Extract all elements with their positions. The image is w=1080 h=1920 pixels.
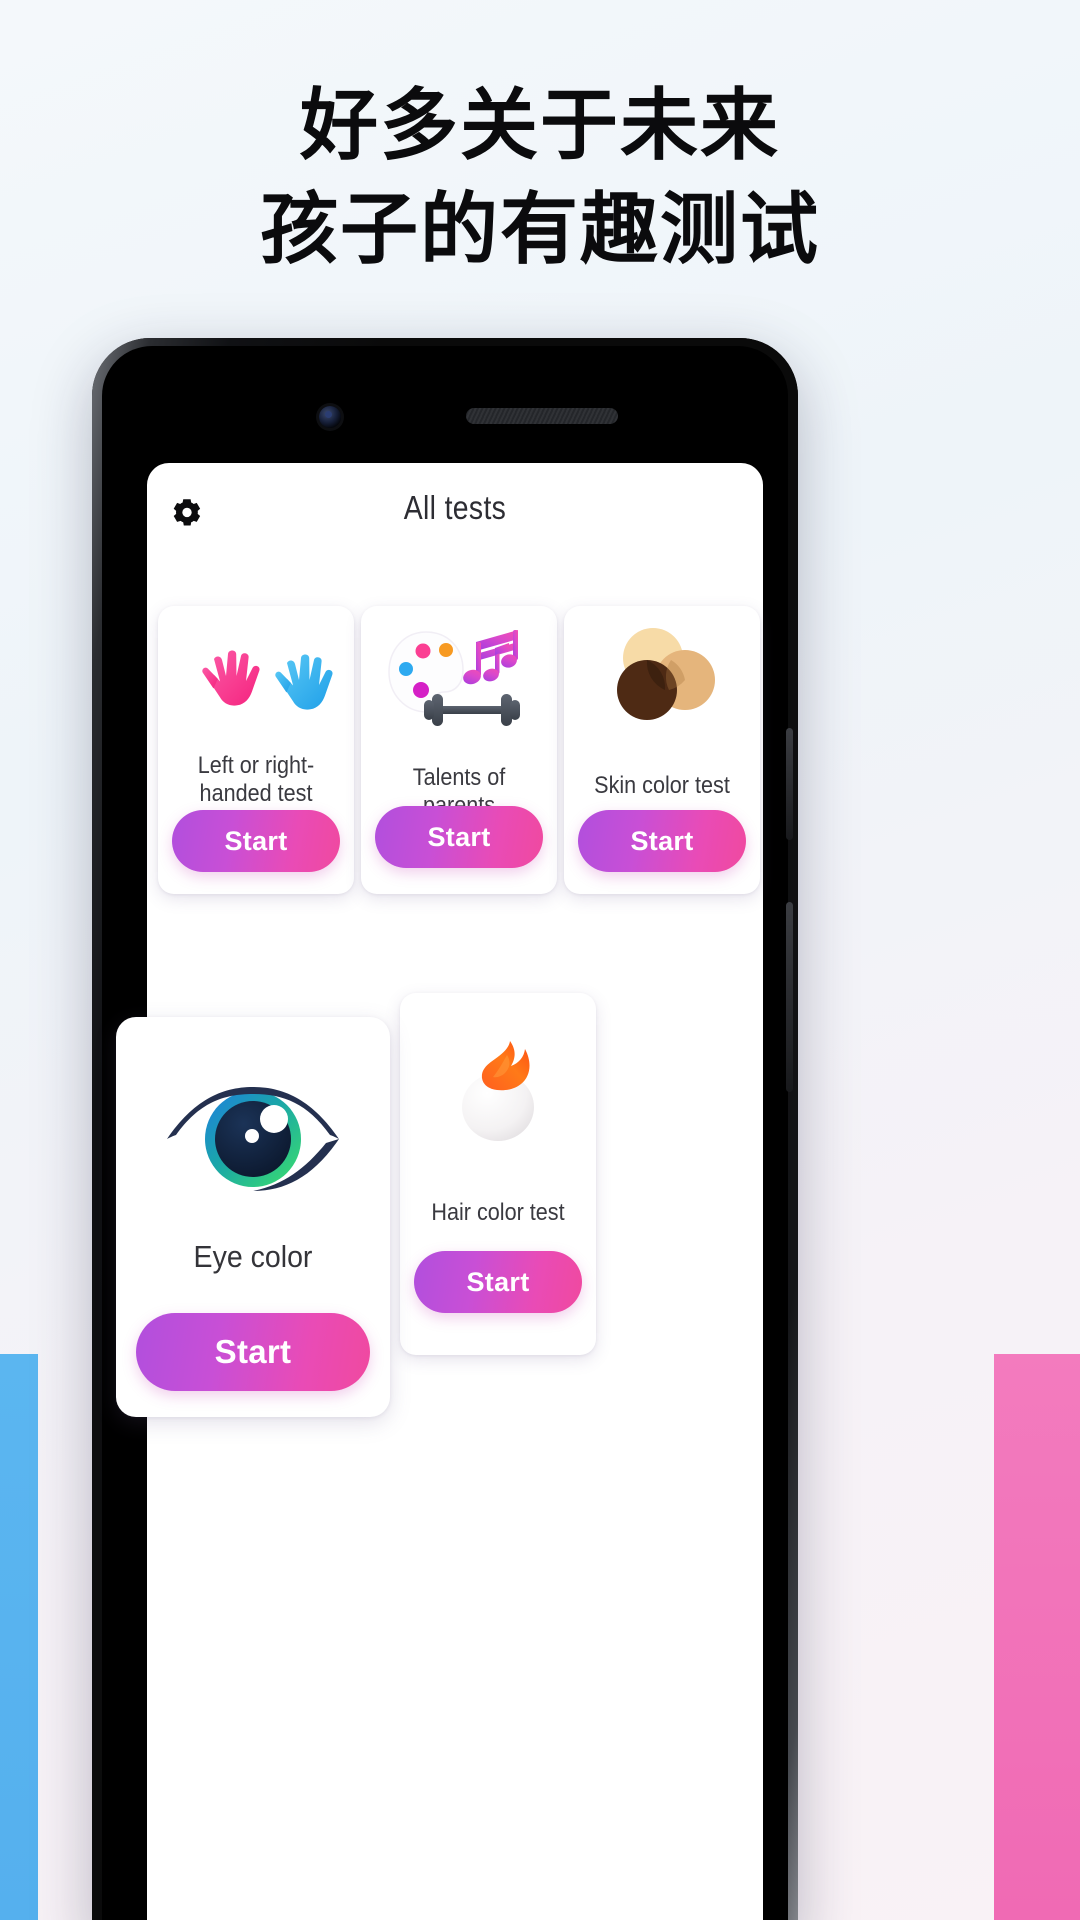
test-card-label: Eye color: [193, 1239, 313, 1274]
app-screen: All tests Left or right-handed test Star…: [116, 463, 763, 1920]
page-headline: 好多关于未来 孩子的有趣测试: [0, 74, 1080, 282]
bottom-accent-bar-right: [994, 1354, 1080, 1920]
page-title: All tests: [403, 489, 507, 526]
earpiece-speaker-icon: [466, 408, 618, 424]
test-card-eye-color[interactable]: Eye color Start: [116, 1017, 390, 1417]
test-card-label: Left or right-handed test: [197, 752, 315, 807]
test-card-talents-of-parents[interactable]: Talents of parents Start: [361, 606, 557, 894]
front-camera-icon: [319, 406, 341, 428]
baby-head-hair-icon: [400, 1019, 596, 1159]
test-card-left-right-handed[interactable]: Left or right-handed test Start: [158, 606, 354, 894]
bottom-accent-bar-left: [0, 1354, 38, 1920]
start-button[interactable]: Start: [136, 1313, 370, 1391]
test-card-skin-color[interactable]: Skin color test Start: [564, 606, 760, 894]
phone-side-button-top: [786, 728, 793, 840]
test-cards-row-1: Left or right-handed test Start Talents …: [158, 606, 770, 900]
hands-icon: [158, 616, 354, 742]
phone-screen-surround: All tests Left or right-handed test Star…: [102, 346, 793, 1920]
eye-icon: [116, 1057, 390, 1217]
app-bar: All tests: [147, 463, 763, 561]
promo-screenshot: 好多关于未来 孩子的有趣测试 All tests Left or right-h…: [0, 0, 1080, 1920]
headline-line-1: 好多关于未来: [299, 81, 780, 171]
phone-side-button-bottom: [786, 902, 793, 1092]
skin-tone-circles-icon: [564, 616, 760, 742]
test-card-label: Skin color test: [594, 772, 730, 799]
start-button[interactable]: Start: [414, 1251, 582, 1313]
test-card-label: Hair color test: [431, 1199, 565, 1226]
start-button[interactable]: Start: [172, 810, 340, 872]
headline-line-2: 孩子的有趣测试: [259, 185, 820, 275]
start-button[interactable]: Start: [578, 810, 746, 872]
phone-mockup: All tests Left or right-handed test Star…: [92, 338, 798, 1920]
palette-music-dumbbell-icon: [361, 616, 557, 742]
start-button[interactable]: Start: [375, 806, 543, 868]
camera-lens-dot: [325, 411, 332, 418]
test-card-hair-color[interactable]: Hair color test Start: [400, 993, 596, 1355]
